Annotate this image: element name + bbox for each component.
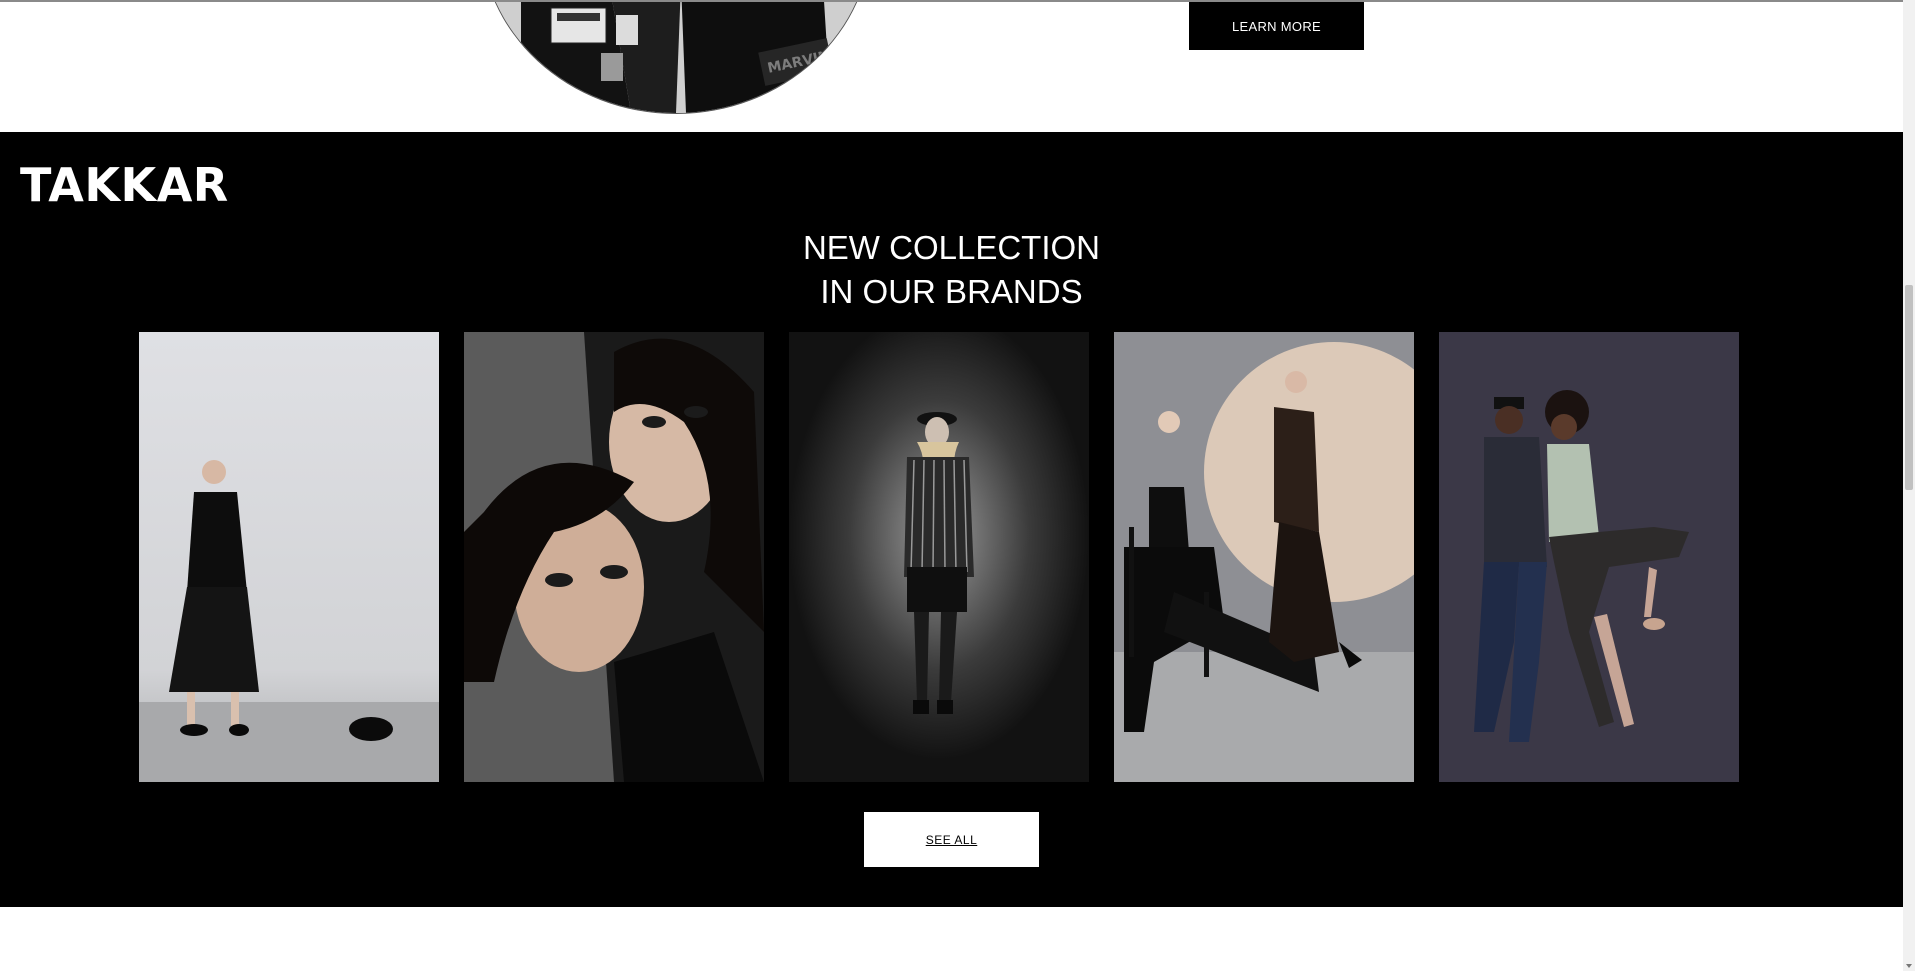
two-women-chair-photo[interactable] [1114,332,1414,782]
model-black-skirt-photo[interactable] [139,332,439,782]
collection-gallery [139,332,1739,782]
scroll-down-arrow-icon[interactable] [1906,964,1912,968]
headline-line-1: NEW COLLECTION [802,229,1101,266]
couple-posing-photo[interactable] [1439,332,1739,782]
see-all-button[interactable]: SEE ALL [864,812,1039,867]
two-women-smoky-eyes-photo[interactable] [464,332,764,782]
brand-logo[interactable]: TAKKAR [20,158,229,212]
page-scrollbar[interactable] [1903,0,1915,971]
featured-product-section: MARVINSL LEARN MORE [0,2,1903,132]
new-collection-section: TAKKAR NEW COLLECTION IN OUR BRANDS SEE … [0,132,1903,907]
learn-more-button[interactable]: LEARN MORE [1189,2,1364,50]
jacket-circle-image: MARVINSL [480,2,872,114]
woman-striped-shirt-hat-photo[interactable] [789,332,1089,782]
collection-headline: NEW COLLECTION IN OUR BRANDS [0,226,1903,314]
scrollbar-thumb[interactable] [1905,285,1913,490]
headline-line-2: IN OUR BRANDS [820,273,1083,310]
